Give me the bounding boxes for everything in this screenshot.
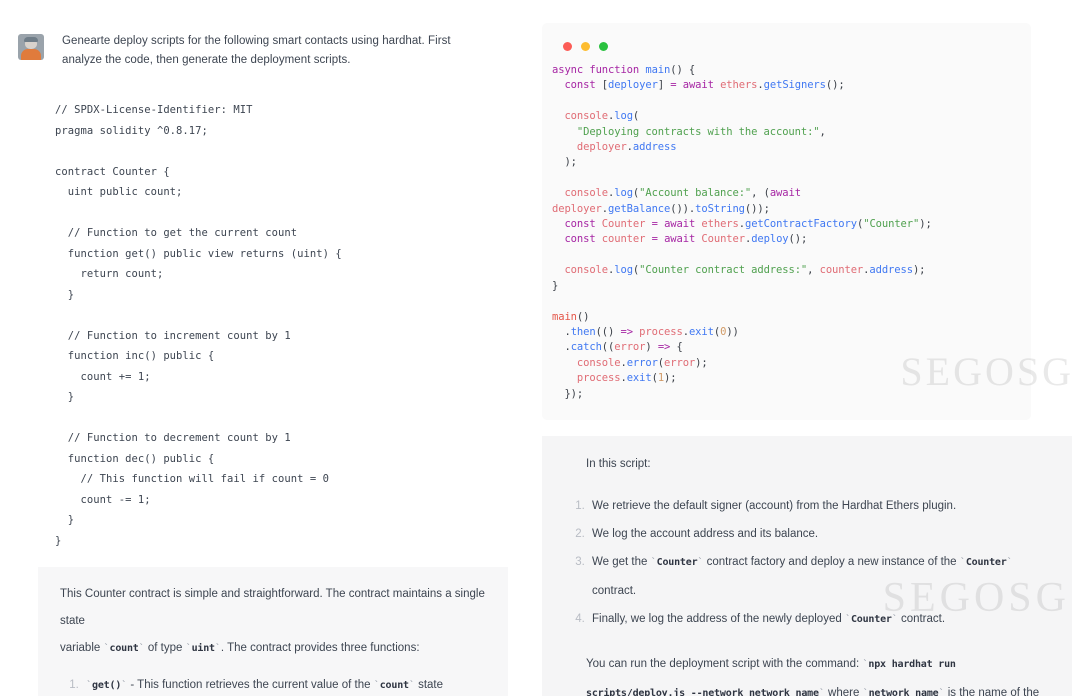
- answer1-intro: This Counter contract is simple and stra…: [60, 581, 486, 662]
- answer1-intro-line1: This Counter contract is simple and stra…: [60, 588, 485, 627]
- list-item: We log the account address and its balan…: [588, 520, 1052, 548]
- right-answer-panel: async function main() { const [deployer]…: [540, 0, 1080, 696]
- minimize-icon[interactable]: [581, 42, 590, 51]
- deploy-script-code: async function main() { const [deployer]…: [552, 64, 932, 400]
- answer1-intro-line2: variable `count` of type `uint`. The con…: [60, 642, 420, 654]
- avatar-body-shape: [21, 49, 41, 60]
- user-prompt-text: Genearte deploy scripts for the followin…: [62, 35, 451, 66]
- explanation-block: In this script: We retrieve the default …: [542, 435, 1072, 696]
- left-conversation-panel: Genearte deploy scripts for the followin…: [0, 0, 540, 696]
- list-item: Finally, we log the address of the newly…: [588, 605, 1052, 634]
- list-item: We retrieve the default signer (account)…: [588, 492, 1052, 520]
- solidity-source-code: // SPDX-License-Identifier: MIT pragma s…: [55, 104, 342, 547]
- answer1-function-list: `get()` - This function retrieves the cu…: [60, 672, 486, 696]
- run-command-note: You can run the deployment script with t…: [586, 657, 1040, 696]
- deploy-script-code-card: async function main() { const [deployer]…: [542, 23, 1031, 420]
- assistant-answer-block-1: This Counter contract is simple and stra…: [38, 567, 508, 696]
- avatar: [18, 34, 44, 60]
- explanation-list: We retrieve the default signer (account)…: [564, 492, 1052, 634]
- list-item: We get the `Counter` contract factory an…: [588, 548, 1052, 605]
- list-item: `get()` - This function retrieves the cu…: [82, 672, 486, 696]
- screenshot-root: Genearte deploy scripts for the followin…: [0, 0, 1080, 696]
- explanation-heading: In this script:: [586, 457, 651, 470]
- user-prompt-row: Genearte deploy scripts for the followin…: [0, 0, 540, 70]
- avatar-hair-shape: [24, 37, 38, 42]
- right-explanation-blocks: In this script: We retrieve the default …: [540, 435, 1080, 696]
- close-icon[interactable]: [563, 42, 572, 51]
- window-controls: [552, 37, 1015, 63]
- maximize-icon[interactable]: [599, 42, 608, 51]
